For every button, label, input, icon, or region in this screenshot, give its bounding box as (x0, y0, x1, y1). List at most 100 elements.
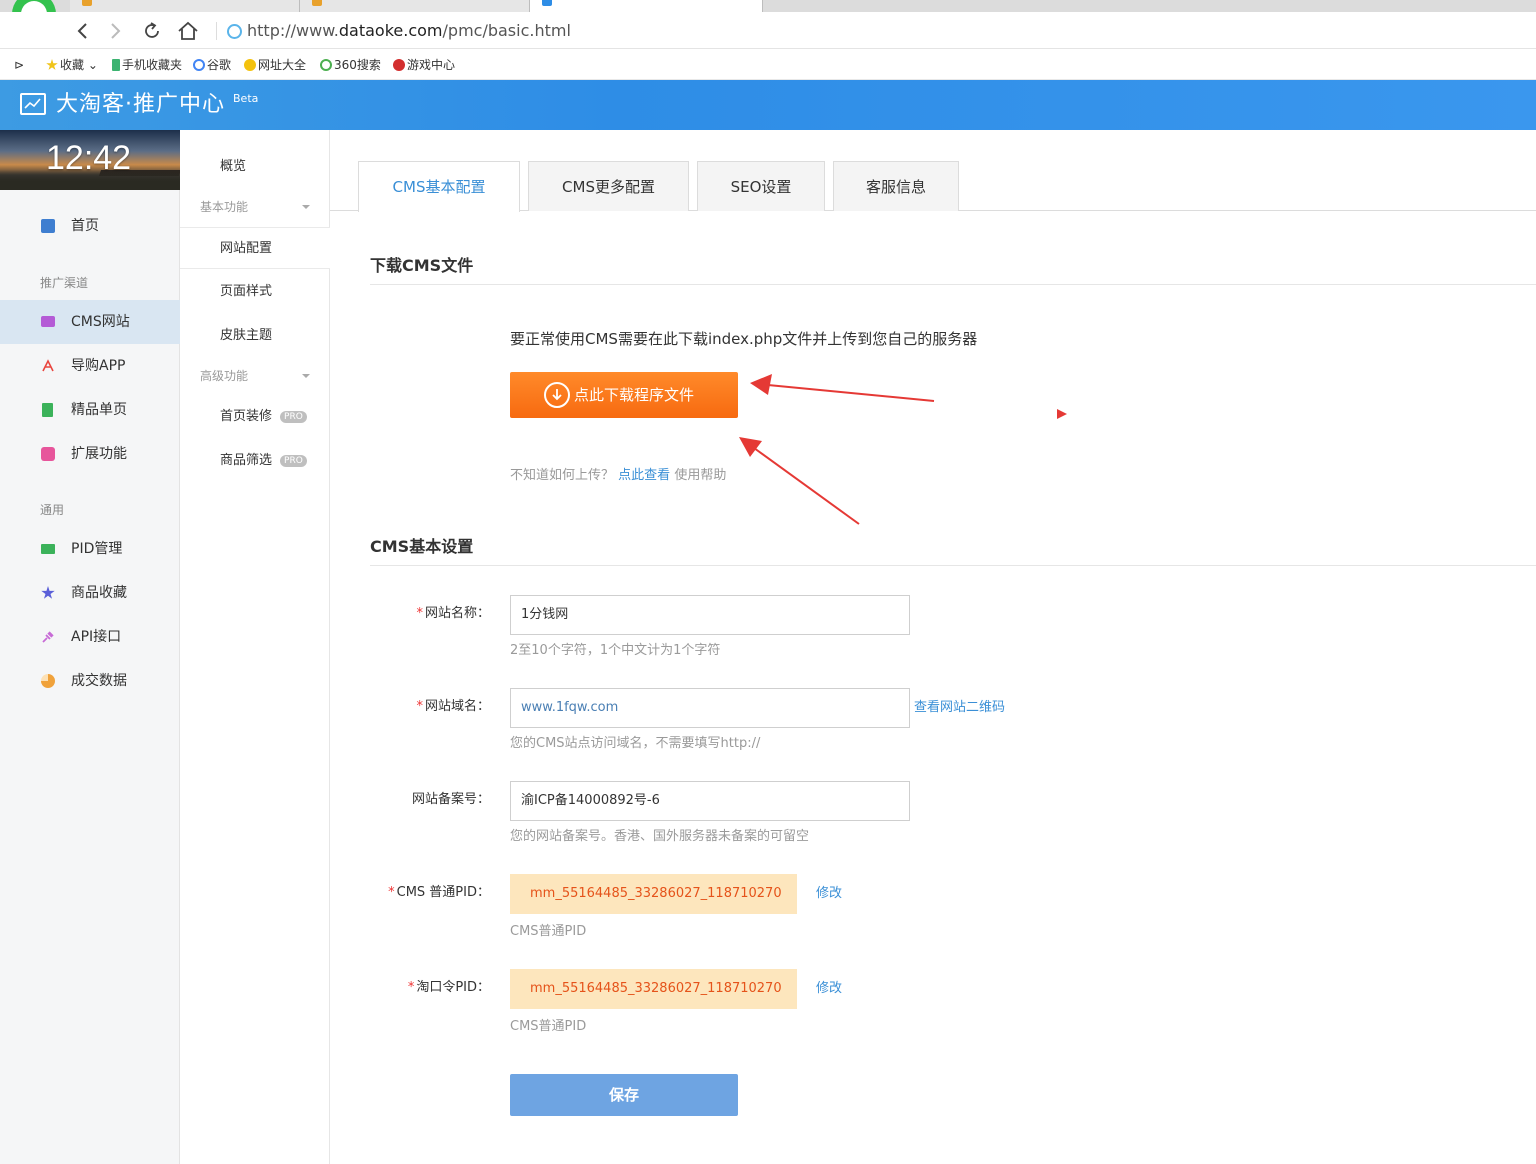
subnav-overview[interactable]: 概览 (180, 146, 330, 188)
subnav-label: 首页装修 (220, 409, 273, 424)
url-domain: dataoke.com (338, 21, 443, 40)
site-loading-icon (227, 24, 242, 39)
main-content: CMS基本配置 CMS更多配置 SEO设置 客服信息 下载CMS文件 要正常使用… (330, 130, 1536, 1164)
bookmark-mobile[interactable]: 手机收藏夹 (112, 56, 182, 74)
pro-badge: PRO (280, 455, 307, 467)
bookmark-label: 收藏 (60, 58, 85, 72)
pie-chart-icon (41, 674, 55, 688)
nav-label: 导购APP (71, 358, 126, 374)
domain-input[interactable]: www.1fqw.com (510, 688, 910, 728)
google-icon (193, 59, 205, 71)
tab-customer-service[interactable]: 客服信息 (833, 161, 959, 211)
section-divider (370, 565, 1536, 566)
domain-label: * 网站域名： (330, 698, 490, 716)
icp-hint: 您的网站备案号。香港、国外服务器未备案的可留空 (510, 829, 810, 844)
app-store-icon (42, 359, 54, 372)
chart-icon (41, 219, 55, 233)
browser-tab[interactable] (70, 0, 300, 12)
subnav-group-advanced[interactable]: 高级功能 (200, 367, 310, 385)
sub-nav: 概览 基本功能 网站配置 页面样式 皮肤主题 高级功能 首页装修 PRO 商品筛选… (180, 130, 330, 1164)
nav-pid-manage[interactable]: PID管理 (0, 527, 180, 571)
subnav-group-basic[interactable]: 基本功能 (200, 198, 310, 216)
nav-label: API接口 (71, 629, 122, 645)
url-path: /pmc/basic.html (442, 21, 571, 40)
bookmarks-bar: ⊳ 收藏 ⌄ 手机收藏夹 谷歌 网址大全 360搜索 游戏中心 (0, 50, 1536, 80)
nav-label: 商品收藏 (71, 585, 127, 601)
pid-normal-edit-link[interactable]: 修改 (816, 885, 842, 903)
download-button[interactable]: 点此下载程序文件 (510, 372, 738, 418)
subnav-site-config[interactable]: 网站配置 (180, 227, 330, 269)
monitor-icon (41, 316, 55, 327)
pid-normal-value: mm_55164485_33286027_118710270 (510, 874, 797, 914)
view-qrcode-link[interactable]: 查看网站二维码 (914, 699, 1005, 717)
pro-badge: PRO (280, 411, 307, 423)
browser-tab-strip (0, 0, 1536, 12)
nav-label: 精品单页 (71, 402, 127, 418)
new-tab-button[interactable] (763, 0, 793, 12)
clock-time: 12:42 (46, 139, 132, 177)
bookmark-label: 360搜索 (334, 58, 381, 72)
beta-badge: Beta (233, 92, 259, 105)
section-title-download: 下载CMS文件 (370, 256, 474, 275)
app-header: 大淘客·推广中心 Beta (0, 80, 1536, 130)
game-icon (393, 59, 405, 71)
bookmark-label: 谷歌 (207, 58, 232, 72)
reload-icon (145, 22, 159, 38)
nav-group-common: 通用 (40, 503, 65, 517)
caret-down-icon (302, 374, 310, 378)
nav-label: CMS网站 (71, 314, 130, 330)
star-icon (46, 59, 58, 70)
bookmark-google[interactable]: 谷歌 (193, 56, 231, 74)
tab-cms-basic[interactable]: CMS基本配置 (358, 161, 520, 212)
bookmark-favorites[interactable]: 收藏 ⌄ (46, 56, 98, 74)
address-divider (216, 22, 217, 40)
bookmark-360[interactable]: 360搜索 (320, 56, 381, 74)
label-text: CMS 普通PID： (396, 885, 490, 900)
subnav-group-label: 基本功能 (200, 200, 249, 214)
nav-favorites[interactable]: 商品收藏 (0, 571, 180, 615)
bookmark-label: 手机收藏夹 (122, 58, 183, 72)
save-button[interactable]: 保存 (510, 1074, 738, 1116)
360-search-icon (320, 59, 332, 71)
sidebar-toggle-icon[interactable]: ⊳ (14, 56, 24, 74)
nav-shopping-app[interactable]: 导购APP (0, 344, 180, 388)
subnav-home-decor[interactable]: 首页装修 PRO (180, 396, 330, 438)
page-icon (42, 403, 53, 417)
site-name-input[interactable]: 1分钱网 (510, 595, 910, 635)
bookmark-directory[interactable]: 网址大全 (244, 56, 306, 74)
required-mark: * (388, 885, 395, 900)
reload-button[interactable] (140, 19, 164, 43)
browser-tab[interactable] (300, 0, 530, 12)
bookmark-games[interactable]: 游戏中心 (393, 56, 455, 74)
nav-cms-site[interactable]: CMS网站 (0, 300, 180, 344)
browser-tab-active[interactable] (530, 0, 763, 12)
nav-transactions[interactable]: 成交数据 (0, 659, 180, 703)
pid-tkl-edit-link[interactable]: 修改 (816, 980, 842, 998)
forward-button[interactable] (104, 19, 128, 43)
clock-banner: 12:42 (0, 130, 180, 190)
subnav-page-style[interactable]: 页面样式 (180, 271, 330, 313)
subnav-skin-theme[interactable]: 皮肤主题 (180, 315, 330, 357)
nav-api[interactable]: API接口 (0, 615, 180, 659)
nav-extensions[interactable]: 扩展功能 (0, 432, 180, 476)
label-text: 网站名称： (424, 606, 490, 621)
tab-cms-more[interactable]: CMS更多配置 (528, 161, 689, 211)
tab-seo[interactable]: SEO设置 (697, 161, 825, 211)
icp-input[interactable]: 渝ICP备14000892号-6 (510, 781, 910, 821)
plug-icon (42, 631, 54, 643)
address-bar: http://www.dataoke.com/pmc/basic.html (0, 12, 1536, 49)
help-link[interactable]: 点此查看 (618, 468, 670, 483)
label-text: 网站域名： (424, 699, 490, 714)
subnav-product-filter[interactable]: 商品筛选 PRO (180, 440, 330, 482)
caret-down-icon (302, 205, 310, 209)
home-button[interactable] (176, 19, 200, 43)
nav-home[interactable]: 首页 (0, 204, 180, 248)
url-field[interactable]: http://www.dataoke.com/pmc/basic.html (247, 20, 571, 42)
back-button[interactable] (70, 19, 94, 43)
nav-single-page[interactable]: 精品单页 (0, 388, 180, 432)
site-name-hint: 2至10个字符，1个中文计为1个字符 (510, 643, 721, 658)
tab-favicon-icon (542, 0, 552, 6)
nav-label: 成交数据 (71, 673, 127, 689)
required-mark: * (416, 699, 423, 714)
tab-favicon-icon (82, 0, 92, 6)
